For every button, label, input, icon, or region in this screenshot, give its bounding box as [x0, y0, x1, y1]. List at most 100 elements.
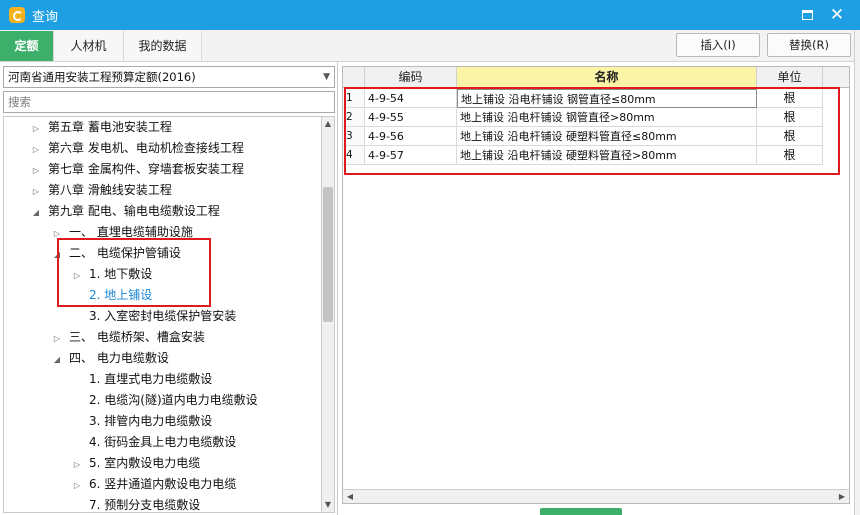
- tree-item[interactable]: ▷ 1. 地下敷设: [71, 264, 152, 285]
- tree-item[interactable]: ▷ 第八章 滑触线安装工程: [30, 180, 172, 201]
- insert-button[interactable]: 插入(I): [676, 33, 760, 57]
- tree-item[interactable]: ▷ 第七章 金属构件、穿墙套板安装工程: [30, 159, 244, 180]
- tree-item-label: 4. 街码金具上电力电缆敷设: [89, 435, 237, 449]
- scroll-left-icon[interactable]: ◀: [343, 490, 357, 503]
- code-cell[interactable]: 4-9-54: [365, 89, 457, 108]
- tree-item[interactable]: ▷ 6. 竖井通道内敷设电力电缆: [71, 474, 236, 495]
- search-input[interactable]: 搜索: [3, 91, 335, 113]
- tree-item[interactable]: 2. 地上铺设: [71, 285, 152, 306]
- code-cell[interactable]: 4-9-56: [365, 127, 457, 146]
- app-logo-icon: [9, 7, 25, 23]
- tree-item-label: 三、 电缆桥架、槽盒安装: [69, 330, 205, 344]
- tree-item-label: 二、 电缆保护管铺设: [69, 246, 181, 260]
- chapter-tree: ▷ 第五章 蓄电池安装工程 ▷ 第六章 发电机、电动机检查接线工程 ▷ 第七章 金属构件、…: [3, 116, 321, 513]
- close-button[interactable]: ✕: [822, 0, 852, 30]
- expand-arrow-icon[interactable]: ▷: [30, 181, 42, 202]
- tree-item-label: 5. 室内敷设电力电缆: [89, 456, 201, 470]
- tree-item-label: 第五章 蓄电池安装工程: [48, 120, 172, 134]
- scroll-down-icon[interactable]: ▼: [322, 498, 334, 512]
- code-cell[interactable]: 4-9-57: [365, 146, 457, 165]
- expand-arrow-icon[interactable]: ▷: [71, 454, 83, 475]
- name-cell[interactable]: 地上铺设 沿电杆铺设 硬塑料管直径≤80mm: [457, 127, 757, 146]
- expand-arrow-icon[interactable]: ▷: [30, 139, 42, 160]
- expand-arrow-icon[interactable]: ▷: [51, 328, 63, 349]
- scrollbar-thumb[interactable]: [323, 187, 333, 322]
- row-number[interactable]: 2: [343, 108, 365, 127]
- tab-my-data[interactable]: 我的数据: [124, 31, 202, 61]
- expand-arrow-icon[interactable]: ▷: [30, 160, 42, 181]
- collapse-arrow-icon[interactable]: ◢: [51, 349, 63, 370]
- unit-cell[interactable]: 根: [757, 146, 823, 165]
- quota-book-value: 河南省通用安装工程预算定额(2016): [8, 70, 196, 84]
- collapse-arrow-icon[interactable]: ◢: [51, 244, 63, 265]
- name-cell[interactable]: 地上铺设 沿电杆铺设 钢管直径>80mm: [457, 108, 757, 127]
- unit-cell[interactable]: 根: [757, 127, 823, 146]
- tab-labor-material-machine[interactable]: 人材机: [54, 31, 124, 61]
- tree-item[interactable]: 3. 入室密封电缆保护管安装: [71, 306, 236, 327]
- tree-item[interactable]: 1. 直埋式电力电缆敷设: [71, 369, 212, 390]
- maximize-icon: [801, 10, 813, 20]
- header-unit[interactable]: 单位: [757, 67, 823, 88]
- tree-item[interactable]: 4. 街码金具上电力电缆敷设: [71, 432, 236, 453]
- row-number[interactable]: 1: [343, 89, 365, 108]
- expand-arrow-icon[interactable]: ▷: [30, 118, 42, 139]
- tree-item-label: 2. 地上铺设: [89, 288, 153, 302]
- panel-resize-grip[interactable]: [540, 508, 622, 515]
- tree-item-label: 一、 直埋电缆辅助设施: [69, 225, 193, 239]
- expand-arrow-icon[interactable]: ▷: [71, 265, 83, 286]
- tree-item[interactable]: ◢ 二、 电缆保护管铺设: [51, 243, 181, 264]
- tree-item-label: 2. 电缆沟(隧)道内电力电缆敷设: [89, 393, 258, 407]
- tab-bar: 定额 人材机 我的数据 插入(I) 替换(R): [0, 30, 860, 62]
- tree-item-label: 7. 预制分支电缆敷设: [89, 498, 201, 512]
- quota-book-select[interactable]: 河南省通用安装工程预算定额(2016) ▼: [3, 66, 335, 88]
- row-number[interactable]: 3: [343, 127, 365, 146]
- right-edge-panel: [854, 30, 860, 515]
- close-icon: ✕: [829, 5, 845, 25]
- name-cell[interactable]: 地上铺设 沿电杆铺设 钢管直径≤80mm: [457, 89, 757, 108]
- tree-item-label: 第九章 配电、输电电缆敷设工程: [48, 204, 220, 218]
- tree-item-label: 1. 直埋式电力电缆敷设: [89, 372, 213, 386]
- tree-item[interactable]: 7. 预制分支电缆敷设: [71, 495, 201, 512]
- tree-item[interactable]: ▷ 一、 直埋电缆辅助设施: [51, 222, 193, 243]
- tree-item-label: 四、 电力电缆敷设: [69, 351, 169, 365]
- header-row-number: [343, 67, 365, 88]
- tree-item-label: 第八章 滑触线安装工程: [48, 183, 172, 197]
- expand-arrow-icon[interactable]: ▷: [51, 223, 63, 244]
- table-horizontal-scrollbar[interactable]: ◀ ▶: [343, 489, 849, 503]
- tree-item[interactable]: 2. 电缆沟(隧)道内电力电缆敷设: [71, 390, 258, 411]
- quota-table: 编码 名称 单位 ◀ ▶ 1 4-9-54 地上铺设 沿电杆铺设 钢管直径≤80mm…: [342, 66, 850, 504]
- row-number[interactable]: 4: [343, 146, 365, 165]
- tree-item-label: 1. 地下敷设: [89, 267, 153, 281]
- unit-cell[interactable]: 根: [757, 89, 823, 108]
- tree-item[interactable]: ◢ 四、 电力电缆敷设: [51, 348, 169, 369]
- tab-quota[interactable]: 定额: [0, 31, 54, 61]
- tree-item[interactable]: ▷ 第六章 发电机、电动机检查接线工程: [30, 138, 244, 159]
- tree-item[interactable]: ▷ 第五章 蓄电池安装工程: [30, 117, 172, 138]
- left-pane: 河南省通用安装工程预算定额(2016) ▼ 搜索 ▷ 第五章 蓄电池安装工程 ▷ 第六…: [0, 62, 338, 515]
- tree-item[interactable]: 3. 排管内电力电缆敷设: [71, 411, 212, 432]
- chevron-down-icon[interactable]: ▼: [323, 67, 330, 87]
- scroll-up-icon[interactable]: ▲: [322, 117, 334, 131]
- name-cell[interactable]: 地上铺设 沿电杆铺设 硬塑料管直径>80mm: [457, 146, 757, 165]
- tree-item[interactable]: ▷ 三、 电缆桥架、槽盒安装: [51, 327, 205, 348]
- collapse-arrow-icon[interactable]: ◢: [30, 202, 42, 223]
- header-code[interactable]: 编码: [365, 67, 457, 88]
- window-title: 查询: [32, 9, 59, 25]
- tree-item[interactable]: ◢ 第九章 配电、输电电缆敷设工程: [30, 201, 220, 222]
- scroll-right-icon[interactable]: ▶: [835, 490, 849, 503]
- code-cell[interactable]: 4-9-55: [365, 108, 457, 127]
- title-bar: 查询 ✕: [0, 0, 860, 30]
- tree-item-label: 第七章 金属构件、穿墙套板安装工程: [48, 162, 244, 176]
- tree-scrollbar[interactable]: ▲ ▼: [321, 116, 335, 513]
- replace-button[interactable]: 替换(R): [767, 33, 851, 57]
- maximize-button[interactable]: [792, 0, 822, 30]
- tree-item-label: 第六章 发电机、电动机检查接线工程: [48, 141, 244, 155]
- tree-item-label: 3. 排管内电力电缆敷设: [89, 414, 213, 428]
- tree-item[interactable]: ▷ 5. 室内敷设电力电缆: [71, 453, 200, 474]
- expand-arrow-icon[interactable]: ▷: [71, 475, 83, 496]
- header-extra: [823, 67, 849, 88]
- header-name[interactable]: 名称: [457, 67, 757, 88]
- tree-item-label: 6. 竖井通道内敷设电力电缆: [89, 477, 237, 491]
- tree-item-label: 3. 入室密封电缆保护管安装: [89, 309, 237, 323]
- unit-cell[interactable]: 根: [757, 108, 823, 127]
